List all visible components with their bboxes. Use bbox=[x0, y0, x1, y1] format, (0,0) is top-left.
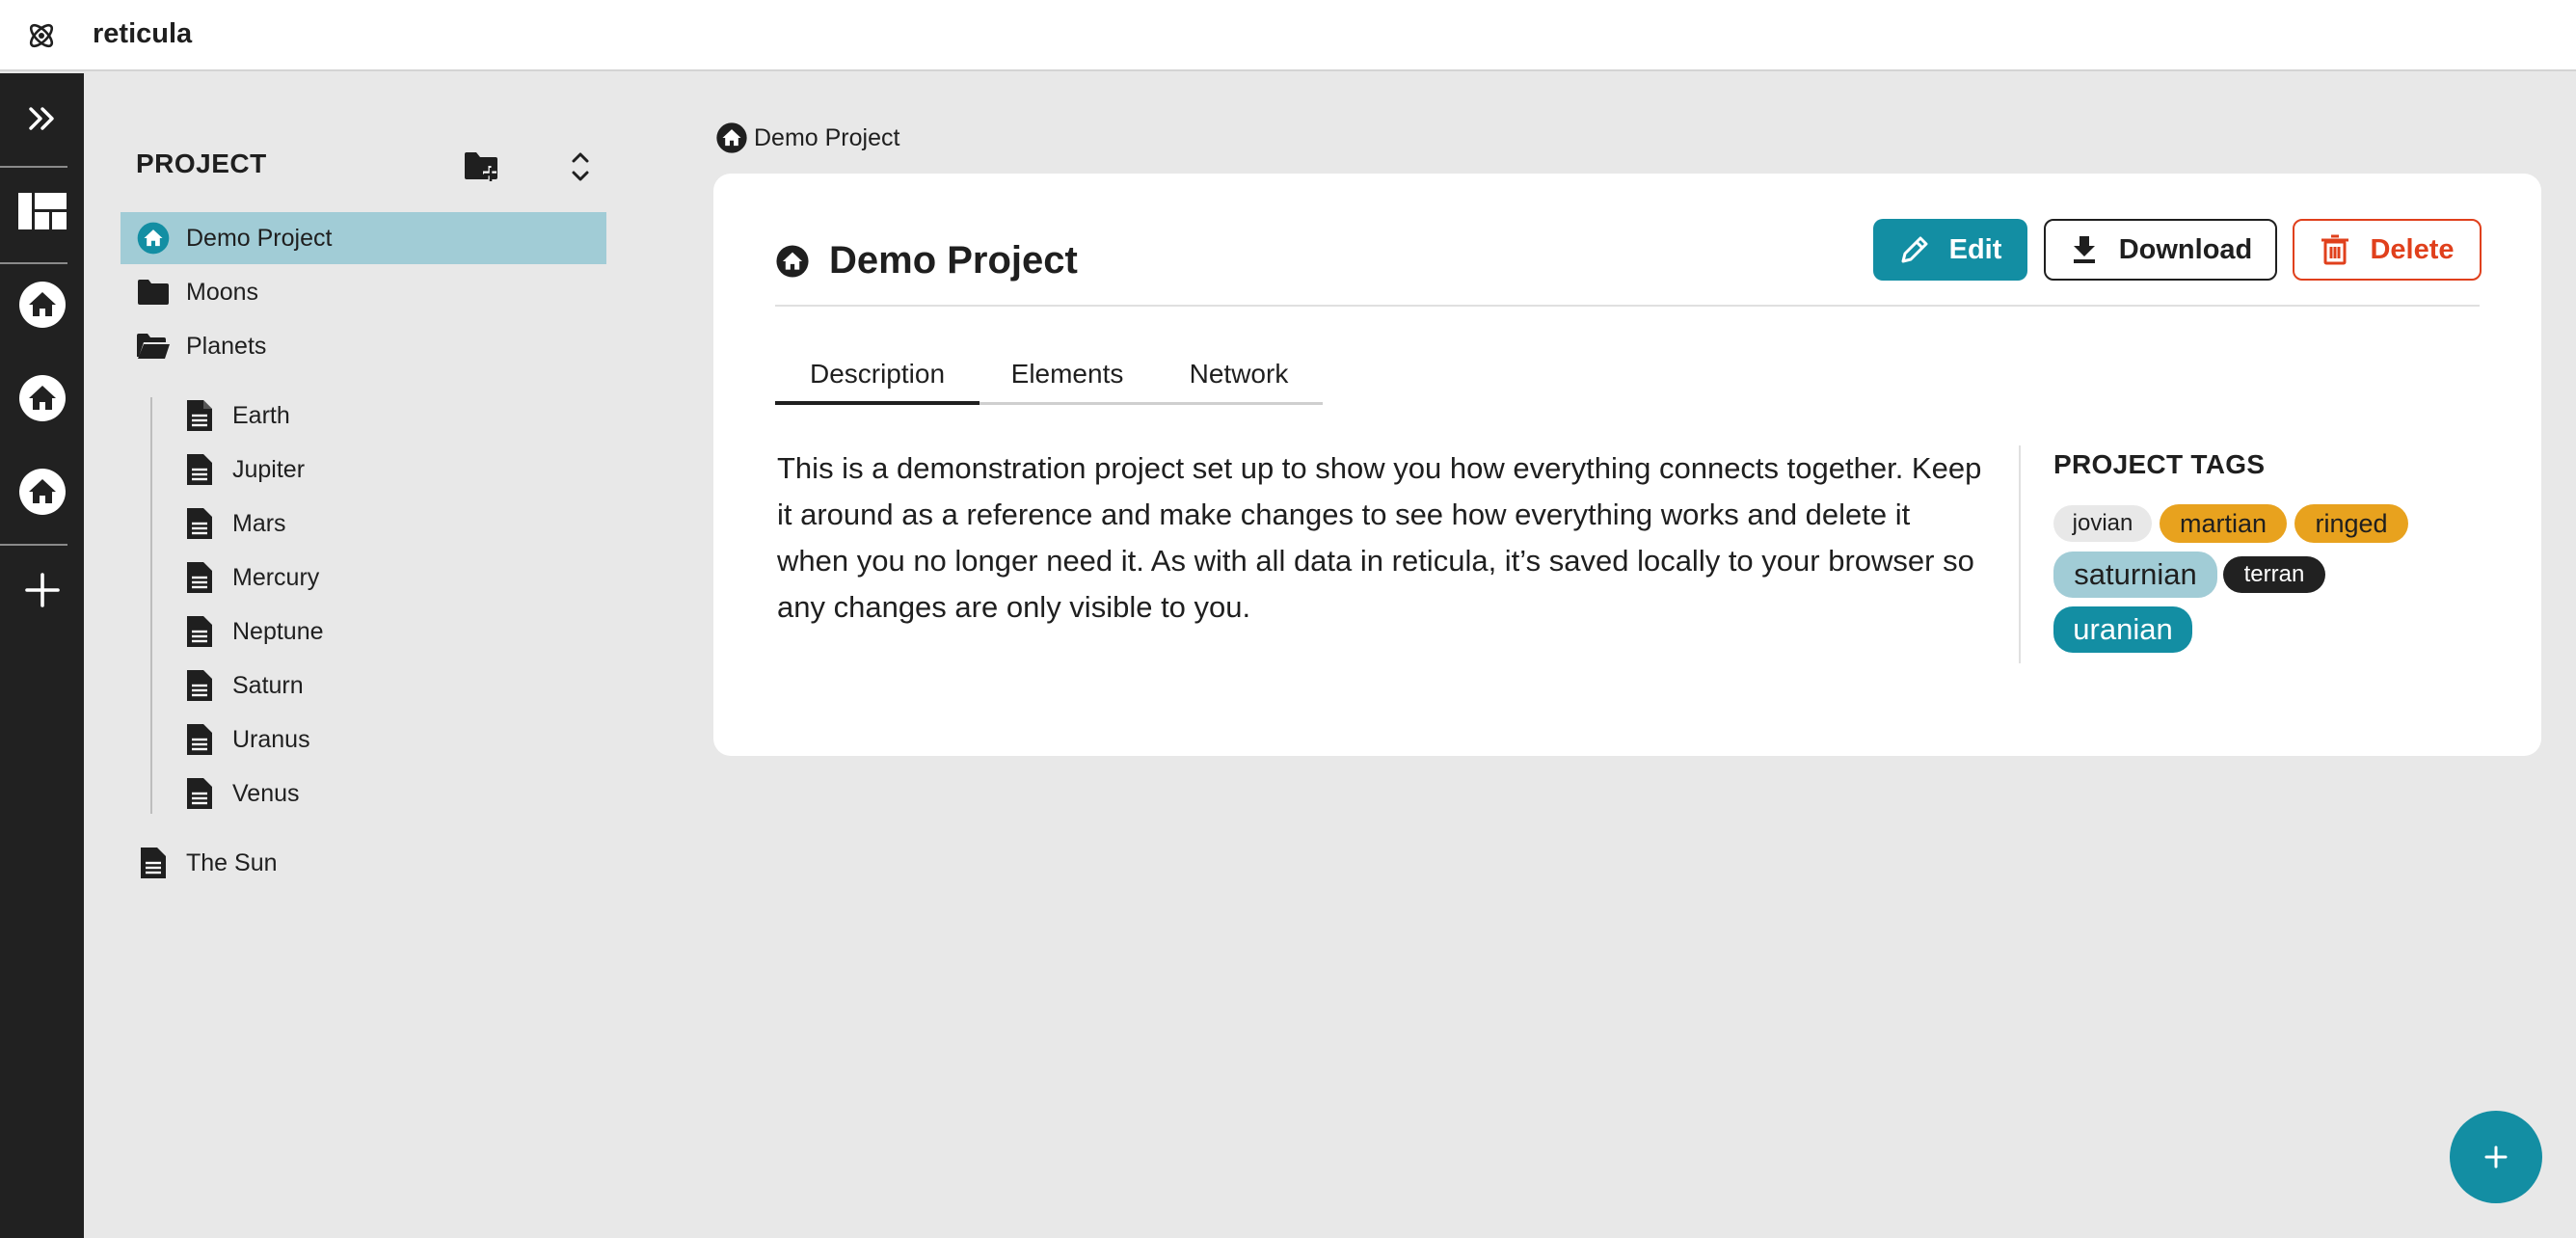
delete-button[interactable]: Delete bbox=[2293, 219, 2482, 281]
reticula-logo-icon[interactable] bbox=[25, 19, 58, 52]
new-folder-icon[interactable] bbox=[462, 147, 502, 187]
pencil-icon bbox=[1901, 236, 1928, 263]
tag-ringed[interactable]: ringed bbox=[2294, 504, 2408, 543]
tab-label: Elements bbox=[1010, 359, 1124, 389]
tree-item-uranus[interactable]: Uranus bbox=[182, 713, 310, 766]
content-divider bbox=[2019, 445, 2021, 663]
page-title-text: Demo Project bbox=[829, 239, 1078, 282]
home-icon bbox=[776, 244, 809, 278]
top-bar: reticula bbox=[0, 0, 2576, 71]
document-icon bbox=[182, 560, 217, 595]
tag-label: jovian bbox=[2072, 510, 2133, 536]
download-button-label: Download bbox=[2118, 233, 2253, 265]
tag-jovian[interactable]: jovian bbox=[2053, 505, 2152, 542]
breadcrumb[interactable]: Demo Project bbox=[715, 121, 899, 154]
home-icon[interactable] bbox=[0, 465, 84, 519]
tree-item-label: Jupiter bbox=[232, 455, 306, 483]
plus-icon bbox=[2484, 1145, 2508, 1169]
tree-item-moons[interactable]: Moons bbox=[136, 266, 258, 318]
tree-item-planets[interactable]: Planets bbox=[136, 320, 266, 372]
tab-elements[interactable]: Elements bbox=[979, 359, 1155, 405]
tree-item-label: Venus bbox=[232, 779, 300, 807]
folder-icon bbox=[136, 275, 171, 310]
tree-item-label: The Sun bbox=[186, 848, 278, 876]
tree-item-label: Demo Project bbox=[186, 224, 333, 252]
tab-label: Description bbox=[809, 359, 946, 389]
tab-description[interactable]: Description bbox=[775, 359, 979, 405]
tag-label: martian bbox=[2179, 508, 2267, 538]
page-title: Demo Project bbox=[775, 239, 1078, 283]
expand-collapse-icon[interactable] bbox=[560, 147, 601, 187]
delete-button-label: Delete bbox=[2370, 233, 2455, 265]
tree-item-label: Mars bbox=[232, 509, 286, 537]
home-icon bbox=[136, 221, 171, 256]
add-fab-button[interactable] bbox=[2450, 1111, 2542, 1203]
tree-item-label: Saturn bbox=[232, 671, 304, 699]
tab-bar: Description Elements Network bbox=[775, 359, 1323, 405]
expand-icon[interactable] bbox=[0, 94, 84, 143]
home-icon[interactable] bbox=[0, 371, 84, 425]
title-divider bbox=[775, 305, 2480, 307]
app-title: reticula bbox=[93, 18, 193, 49]
document-icon bbox=[182, 452, 217, 487]
tag-label: terran bbox=[2243, 561, 2305, 587]
tree-item-label: Moons bbox=[186, 278, 259, 306]
tag-label: saturnian bbox=[2074, 557, 2197, 591]
folder-open-icon bbox=[136, 329, 171, 363]
project-description: This is a demonstration project set up t… bbox=[777, 451, 1982, 624]
tags-heading: PROJECT TAGS bbox=[2053, 449, 2266, 479]
tag-terran[interactable]: terran bbox=[2223, 556, 2325, 593]
tree-guide-line bbox=[150, 397, 152, 814]
tree-item-earth[interactable]: Earth bbox=[182, 390, 290, 442]
tree-item-mars[interactable]: Mars bbox=[182, 498, 286, 550]
document-icon bbox=[136, 846, 171, 880]
tag-label: uranian bbox=[2073, 612, 2173, 646]
tree-item-label: Mercury bbox=[232, 563, 320, 591]
tag-saturnian[interactable]: saturnian bbox=[2053, 552, 2217, 598]
project-card: Demo Project Edit Download Delete Descri… bbox=[713, 174, 2541, 756]
tree-item-venus[interactable]: Venus bbox=[182, 767, 300, 820]
tree-item-label: Uranus bbox=[232, 725, 310, 753]
tag-label: ringed bbox=[2315, 508, 2388, 538]
document-icon bbox=[182, 614, 217, 649]
tab-label: Network bbox=[1189, 359, 1289, 389]
sidebar-heading: PROJECT bbox=[136, 148, 267, 178]
edit-button-label: Edit bbox=[1948, 233, 2002, 265]
edit-button[interactable]: Edit bbox=[1873, 219, 2027, 281]
tree-item-label: Earth bbox=[232, 401, 290, 429]
tab-network[interactable]: Network bbox=[1155, 359, 1323, 405]
document-icon bbox=[182, 506, 217, 541]
project-sidebar: PROJECT Demo Project Moons Planets Earth bbox=[84, 73, 643, 1238]
tag-uranian[interactable]: uranian bbox=[2053, 606, 2192, 653]
breadcrumb-label: Demo Project bbox=[754, 123, 900, 151]
document-icon bbox=[182, 776, 217, 811]
plus-icon[interactable] bbox=[0, 563, 84, 617]
document-icon bbox=[182, 398, 217, 433]
home-icon[interactable] bbox=[0, 278, 84, 332]
tree-item-saturn[interactable]: Saturn bbox=[182, 659, 304, 712]
home-icon bbox=[716, 122, 747, 153]
dashboard-icon[interactable] bbox=[0, 183, 84, 239]
left-rail bbox=[0, 73, 84, 1238]
tree-item-jupiter[interactable]: Jupiter bbox=[182, 444, 305, 496]
download-button[interactable]: Download bbox=[2044, 219, 2277, 281]
document-icon bbox=[182, 668, 217, 703]
tag-martian[interactable]: martian bbox=[2160, 504, 2287, 543]
tree-item-mercury[interactable]: Mercury bbox=[182, 552, 319, 604]
tree-item-the-sun[interactable]: The Sun bbox=[136, 837, 278, 889]
tree-item-label: Planets bbox=[186, 332, 267, 360]
trash-icon bbox=[2321, 234, 2349, 265]
tree-item-label: Neptune bbox=[232, 617, 324, 645]
tree-item-demo-project[interactable]: Demo Project bbox=[121, 212, 606, 264]
tree-item-neptune[interactable]: Neptune bbox=[182, 606, 324, 658]
document-icon bbox=[182, 722, 217, 757]
download-icon bbox=[2073, 236, 2095, 263]
